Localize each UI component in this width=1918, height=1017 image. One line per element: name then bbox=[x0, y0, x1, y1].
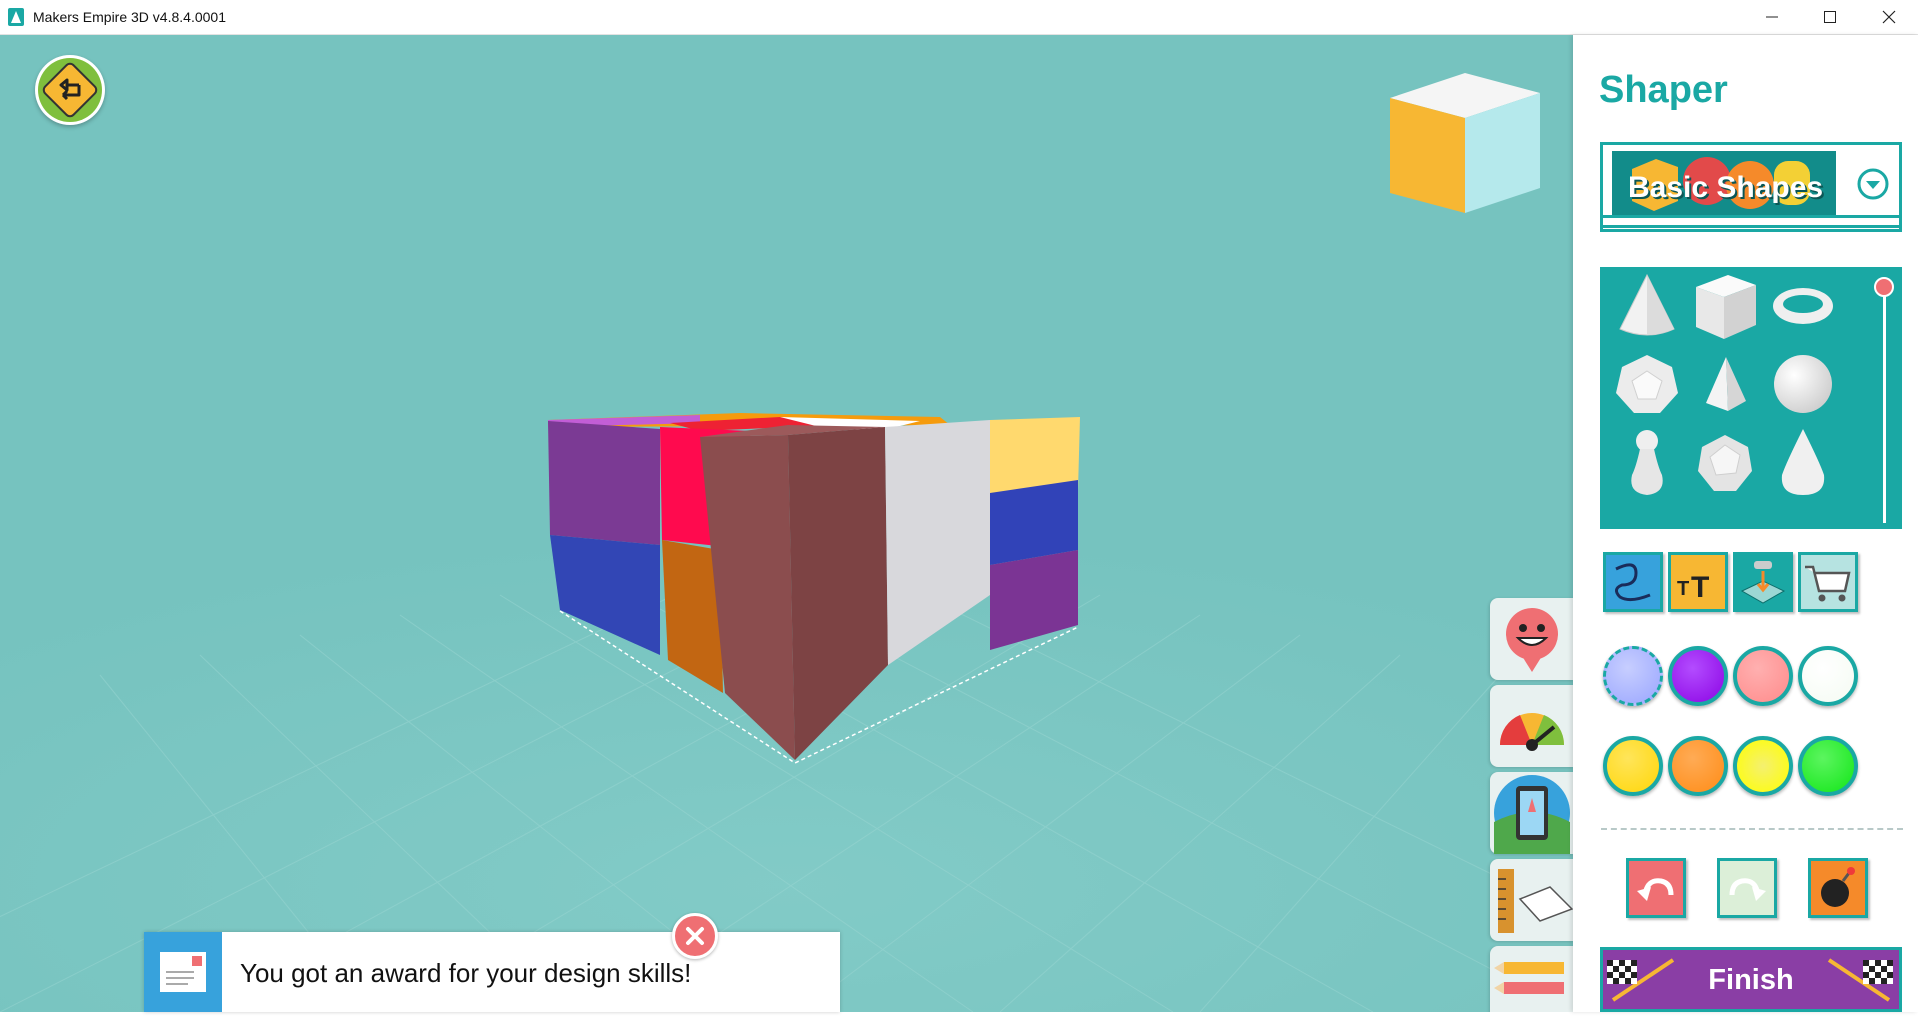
color-swatch-yellow[interactable] bbox=[1733, 736, 1793, 796]
sphere-icon bbox=[1774, 355, 1832, 413]
color-swatch-purple[interactable] bbox=[1668, 646, 1728, 706]
category-label: Basic Shapes bbox=[1628, 171, 1824, 204]
delete-bomb-button[interactable] bbox=[1808, 858, 1868, 918]
side-tab-measure[interactable] bbox=[1490, 859, 1573, 941]
category-banner: Basic Shapes bbox=[1612, 151, 1836, 217]
shape-icosahedron[interactable] bbox=[1686, 423, 1764, 501]
minimize-icon bbox=[1766, 16, 1778, 18]
shape-teardrop[interactable] bbox=[1764, 423, 1842, 501]
minimize-button[interactable] bbox=[1743, 0, 1801, 34]
color-swatch-green[interactable] bbox=[1798, 736, 1858, 796]
notification-text: You got an award for your design skills! bbox=[240, 958, 692, 988]
shape-dodecahedron[interactable] bbox=[1608, 345, 1686, 423]
pyramid-icon bbox=[1706, 357, 1746, 411]
color-swatch-pink[interactable] bbox=[1733, 646, 1793, 706]
side-tab-sketch[interactable] bbox=[1490, 946, 1573, 1012]
undo-icon bbox=[1637, 878, 1674, 901]
tablet-rocket-icon bbox=[1494, 775, 1570, 854]
shape-cone[interactable] bbox=[1608, 267, 1686, 345]
notification-close-button[interactable] bbox=[672, 913, 718, 959]
redo-icon bbox=[1729, 878, 1766, 901]
side-tab-emoji[interactable] bbox=[1490, 598, 1573, 680]
scrollbar-thumb[interactable] bbox=[1874, 277, 1894, 297]
redo-button[interactable] bbox=[1717, 858, 1777, 918]
back-arrow-icon bbox=[38, 58, 102, 122]
app-logo-icon bbox=[8, 8, 24, 26]
3d-viewport[interactable] bbox=[0, 35, 1573, 1012]
dropdown-divider bbox=[1600, 225, 1902, 228]
shape-pawn[interactable] bbox=[1608, 423, 1686, 501]
letter-icon bbox=[160, 952, 206, 992]
torus-icon bbox=[1773, 288, 1833, 324]
text-tool-button[interactable]: T T bbox=[1668, 552, 1728, 612]
curve-tool-button[interactable] bbox=[1603, 552, 1663, 612]
color-swatch-white[interactable] bbox=[1798, 646, 1858, 706]
svg-text:T: T bbox=[1691, 571, 1709, 604]
gauge-icon bbox=[1499, 713, 1565, 751]
shaper-panel: Shaper Basic Shapes T T Finish bbox=[1573, 35, 1918, 1012]
pawn-icon bbox=[1631, 430, 1663, 495]
notification-icon-box bbox=[144, 932, 222, 1012]
back-button[interactable] bbox=[35, 55, 105, 125]
shape-sphere[interactable] bbox=[1764, 345, 1842, 423]
teardrop-icon bbox=[1781, 429, 1825, 495]
shape-pyramid[interactable] bbox=[1686, 345, 1764, 423]
cone-icon bbox=[1619, 273, 1675, 336]
undo-button[interactable] bbox=[1626, 858, 1686, 918]
icosahedron-icon bbox=[1698, 435, 1752, 491]
title-bar: Makers Empire 3D v4.8.4.0001 bbox=[0, 0, 1918, 35]
close-icon bbox=[686, 927, 704, 945]
drop-on-grid-icon bbox=[1740, 561, 1786, 604]
import-tool-button[interactable] bbox=[1733, 552, 1793, 612]
close-window-button[interactable] bbox=[1860, 0, 1918, 34]
pencil-icon bbox=[1494, 962, 1564, 994]
color-swatch-gold[interactable] bbox=[1603, 736, 1663, 796]
side-tab-preview[interactable] bbox=[1490, 772, 1573, 854]
model-stacked-blocks[interactable] bbox=[520, 365, 1080, 785]
shape-library bbox=[1600, 267, 1902, 529]
shop-tool-button[interactable] bbox=[1798, 552, 1858, 612]
panel-title: Shaper bbox=[1599, 69, 1728, 111]
squiggle-icon bbox=[1615, 563, 1651, 602]
view-cube[interactable] bbox=[1385, 73, 1545, 213]
ruler-grid-icon bbox=[1498, 869, 1573, 933]
chevron-down-icon[interactable] bbox=[1856, 167, 1890, 201]
shape-torus[interactable] bbox=[1764, 267, 1842, 345]
bomb-icon bbox=[1821, 867, 1855, 907]
dodecahedron-icon bbox=[1616, 355, 1678, 413]
shape-cube[interactable] bbox=[1686, 267, 1764, 345]
color-swatch-orange[interactable] bbox=[1668, 736, 1728, 796]
panel-divider bbox=[1601, 828, 1903, 830]
side-tab-gauge[interactable] bbox=[1490, 685, 1573, 767]
close-icon bbox=[1882, 10, 1896, 24]
finish-label: Finish bbox=[1708, 964, 1794, 996]
color-swatch-lavender[interactable] bbox=[1603, 646, 1663, 706]
window-title: Makers Empire 3D v4.8.4.0001 bbox=[33, 9, 226, 25]
text-tt-icon: T T bbox=[1677, 571, 1709, 604]
shape-category-dropdown[interactable]: Basic Shapes bbox=[1600, 142, 1902, 232]
smiley-pin-icon bbox=[1506, 608, 1558, 672]
maximize-button[interactable] bbox=[1801, 0, 1859, 34]
cube-icon bbox=[1696, 275, 1756, 339]
shopping-cart-icon bbox=[1805, 565, 1851, 602]
dropdown-divider bbox=[1600, 215, 1902, 218]
award-notification[interactable]: You got an award for your design skills! bbox=[144, 932, 840, 1012]
shape-library-scrollbar[interactable] bbox=[1883, 287, 1886, 523]
svg-text:T: T bbox=[1677, 578, 1689, 600]
finish-button[interactable]: Finish bbox=[1600, 947, 1902, 1012]
maximize-icon bbox=[1824, 11, 1836, 23]
